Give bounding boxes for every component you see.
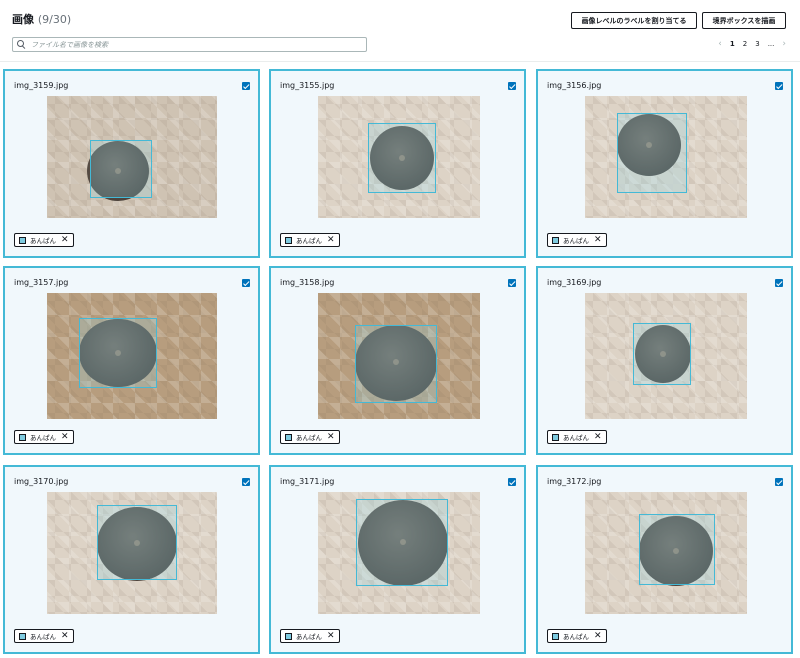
draw-bounding-box-button[interactable]: 境界ボックスを描画 [702,12,786,29]
close-icon[interactable]: ✕ [61,432,69,442]
label-chip-text: あんぱん [30,434,56,442]
label-chip: あんぱん ✕ [547,629,607,643]
image-card[interactable]: img_3158.jpg あんぱん ✕ [269,266,526,455]
label-chip-text: あんぱん [296,434,322,442]
pagination-ellipsis: ... [767,40,775,48]
label-chip-text: あんぱん [296,237,322,245]
label-color-swatch [552,236,559,244]
assign-image-label-button[interactable]: 画像レベルのラベルを割り当てる [571,12,697,29]
image-filename: img_3169.jpg [547,278,602,287]
image-thumbnail[interactable] [318,96,480,218]
image-checkbox[interactable] [508,478,516,486]
image-thumbnail[interactable] [585,96,747,218]
search-input[interactable]: ファイル名で画像を検索 [12,37,367,52]
label-color-swatch [285,632,292,640]
image-thumbnail[interactable] [318,492,480,614]
image-filename: img_3159.jpg [14,81,69,90]
image-checkbox[interactable] [508,82,516,90]
bounding-box[interactable] [355,325,437,403]
close-icon[interactable]: ✕ [594,235,602,245]
close-icon[interactable]: ✕ [61,631,69,641]
label-chip-text: あんぱん [563,633,589,641]
image-thumbnail[interactable] [318,293,480,419]
close-icon[interactable]: ✕ [594,631,602,641]
close-icon[interactable]: ✕ [327,432,335,442]
bounding-box[interactable] [368,123,436,193]
image-card[interactable]: img_3170.jpg あんぱん ✕ [3,465,260,654]
bounding-box[interactable] [617,113,687,193]
label-chip: あんぱん ✕ [547,233,607,247]
image-checkbox[interactable] [775,478,783,486]
image-checkbox[interactable] [242,478,250,486]
image-filename: img_3155.jpg [280,81,335,90]
label-chip: あんぱん ✕ [280,629,340,643]
image-card[interactable]: img_3156.jpg あんぱん ✕ [536,69,793,258]
image-checkbox[interactable] [242,279,250,287]
image-card[interactable]: img_3171.jpg あんぱん ✕ [269,465,526,654]
image-card[interactable]: img_3169.jpg あんぱん ✕ [536,266,793,455]
pagination: ‹ 1 2 3 ... › [714,39,790,49]
image-checkbox[interactable] [242,82,250,90]
chevron-left-icon[interactable]: ‹ [718,39,722,49]
image-filename: img_3170.jpg [14,477,69,486]
image-thumbnail[interactable] [585,492,747,614]
image-thumbnail[interactable] [585,293,747,419]
label-chip: あんぱん ✕ [14,629,74,643]
image-card[interactable]: img_3157.jpg あんぱん ✕ [3,266,260,455]
image-card[interactable]: img_3155.jpg あんぱん ✕ [269,69,526,258]
image-filename: img_3156.jpg [547,81,602,90]
label-chip: あんぱん ✕ [280,430,340,444]
page-1-link[interactable]: 1 [730,40,735,48]
page-3-link[interactable]: 3 [755,40,759,48]
bounding-box[interactable] [79,318,157,388]
image-card[interactable]: img_3172.jpg あんぱん ✕ [536,465,793,654]
title-text: 画像 [12,13,34,26]
label-color-swatch [19,632,26,640]
close-icon[interactable]: ✕ [327,631,335,641]
bounding-box[interactable] [639,514,715,585]
label-chip-text: あんぱん [30,237,56,245]
label-chip-text: あんぱん [563,434,589,442]
label-color-swatch [285,236,292,244]
label-color-swatch [19,433,26,441]
image-filename: img_3171.jpg [280,477,335,486]
page-2-link[interactable]: 2 [743,40,747,48]
page-title: 画像 (9/30) [12,11,71,27]
close-icon[interactable]: ✕ [327,235,335,245]
image-thumbnail[interactable] [47,492,217,614]
bounding-box[interactable] [633,323,691,385]
label-chip-text: あんぱん [30,633,56,641]
label-color-swatch [19,236,26,244]
search-placeholder: ファイル名で画像を検索 [31,40,108,49]
close-icon[interactable]: ✕ [594,432,602,442]
search-icon [17,40,26,49]
label-chip-text: あんぱん [563,237,589,245]
label-chip: あんぱん ✕ [14,233,74,247]
image-filename: img_3157.jpg [14,278,69,287]
label-chip: あんぱん ✕ [14,430,74,444]
image-checkbox[interactable] [775,279,783,287]
label-chip: あんぱん ✕ [280,233,340,247]
label-color-swatch [552,632,559,640]
close-icon[interactable]: ✕ [61,235,69,245]
image-filename: img_3172.jpg [547,477,602,486]
image-checkbox[interactable] [775,82,783,90]
label-color-swatch [552,433,559,441]
label-chip: あんぱん ✕ [547,430,607,444]
bounding-box[interactable] [90,140,152,198]
label-chip-text: あんぱん [296,633,322,641]
page-header: 画像 (9/30) 画像レベルのラベルを割り当てる 境界ボックスを描画 ファイル… [0,0,800,62]
chevron-right-icon[interactable]: › [782,39,786,49]
image-count: (9/30) [37,13,72,26]
image-filename: img_3158.jpg [280,278,335,287]
image-thumbnail[interactable] [47,293,217,419]
image-checkbox[interactable] [508,279,516,287]
label-color-swatch [285,433,292,441]
bounding-box[interactable] [97,505,177,580]
image-thumbnail[interactable] [47,96,217,218]
bounding-box[interactable] [356,499,448,586]
image-card[interactable]: img_3159.jpg あんぱん ✕ [3,69,260,258]
